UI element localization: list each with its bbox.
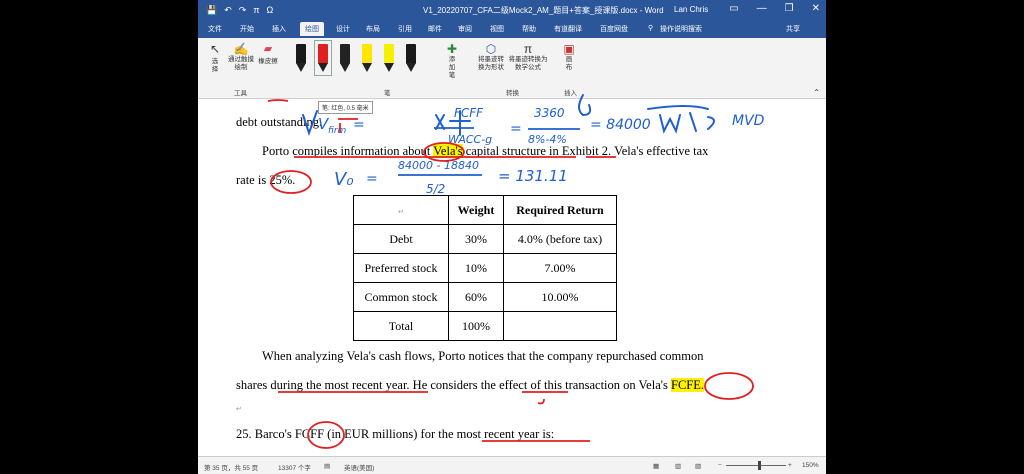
word-count[interactable]: 13307 个字 [278, 462, 311, 472]
pen-4[interactable] [362, 44, 372, 72]
zoom-slider-thumb[interactable] [758, 461, 761, 470]
tab-design[interactable]: 设计 [336, 24, 350, 34]
hand-draw-icon: ✍ [233, 42, 249, 56]
tab-help[interactable]: 帮助 [522, 24, 536, 34]
collapse-ribbon-icon[interactable]: ⌃ [813, 88, 820, 97]
title-bar: 💾 ↶ ↷ π Ω V1_20220707_CFA二级Mock2_AM_题目+答… [198, 0, 826, 20]
plus-icon: ✚ [446, 42, 458, 56]
zoom-in-button[interactable]: + [788, 462, 792, 469]
ink-to-math-button[interactable]: π 将墨迹转换为数学公式 [508, 42, 548, 72]
pen-1[interactable] [296, 44, 306, 72]
zoom-level[interactable]: 150% [802, 462, 819, 469]
user-name[interactable]: Lan Chris [674, 5, 708, 14]
add-pen-button[interactable]: ✚ 添加笔 [443, 42, 461, 80]
tab-view[interactable]: 视图 [490, 24, 504, 34]
tab-insert[interactable]: 插入 [272, 24, 286, 34]
svg-text:= 131.11: = 131.11 [498, 167, 568, 185]
draw-ribbon: ↖ 选择 ✍ 通过触摸绘制 ▰ 橡皮擦 工具 ✚ 添加笔 笔 ⬡ 将墨迹转换为形… [198, 38, 826, 99]
svg-text:FCFF: FCFF [454, 106, 484, 120]
shape-icon: ⬡ [485, 42, 497, 56]
pen-6[interactable] [406, 44, 416, 72]
save-icon[interactable]: 💾 [206, 5, 217, 16]
share-button[interactable]: 共享 [786, 24, 800, 34]
ink-annotations: V firm = FCFF WACC-g = 3360 8%-4% = 8400… [267, 94, 765, 449]
web-layout-icon[interactable]: ▧ [695, 462, 701, 470]
insert-group-label: 插入 [564, 90, 577, 97]
tab-baidu[interactable]: 百度网盘 [600, 24, 628, 34]
svg-text:3360: 3360 [534, 106, 565, 120]
quick-access-toolbar: 💾 ↶ ↷ π Ω [206, 5, 273, 16]
zoom-out-button[interactable]: − [718, 462, 722, 469]
tab-references[interactable]: 引用 [398, 24, 412, 34]
pen-2[interactable] [314, 40, 332, 76]
undo-icon[interactable]: ↶ [224, 5, 232, 16]
tab-home[interactable]: 开始 [240, 24, 254, 34]
ink-red-marks [267, 99, 754, 449]
select-tool[interactable]: ↖ 选择 [206, 42, 224, 76]
tab-youdao[interactable]: 有道翻译 [554, 24, 582, 34]
tab-mailings[interactable]: 邮件 [428, 24, 442, 34]
ink-mvd: MVD [732, 113, 765, 129]
svg-text:5/2: 5/2 [426, 182, 445, 196]
tab-draw[interactable]: 绘图 [300, 22, 324, 36]
tools-group-label: 工具 [234, 90, 247, 97]
zoom-slider[interactable] [726, 465, 786, 466]
canvas-button[interactable]: ▣ 画布 [562, 42, 576, 72]
pi-icon: π [523, 42, 533, 56]
canvas-icon: ▣ [563, 42, 575, 56]
equation-icon[interactable]: π [253, 5, 259, 16]
touch-draw-tool[interactable]: ✍ 通过触摸绘制 [228, 42, 254, 72]
restore-icon[interactable]: ❐ [785, 3, 794, 14]
tab-layout[interactable]: 布局 [366, 24, 380, 34]
svg-text:=: = [510, 121, 522, 137]
ink-to-shape-button[interactable]: ⬡ 将墨迹转换为形状 [476, 42, 506, 72]
proofing-icon[interactable]: ▤ [324, 462, 330, 470]
pen-3[interactable] [340, 44, 350, 72]
pen-5[interactable] [384, 44, 394, 72]
document-title: V1_20220707_CFA二级Mock2_AM_题目+答案_授课版.docx… [423, 6, 664, 15]
page-count[interactable]: 第 35 页，共 55 页 [204, 462, 258, 472]
redo-icon[interactable]: ↷ [239, 5, 247, 16]
svg-text:firm: firm [328, 126, 347, 136]
svg-text:8%-4%: 8%-4% [528, 133, 567, 146]
word-window: 💾 ↶ ↷ π Ω V1_20220707_CFA二级Mock2_AM_题目+答… [198, 0, 826, 474]
status-bar: 第 35 页，共 55 页 13307 个字 ▤ 英语(美国) ▦ ▥ ▧ − … [198, 456, 826, 474]
focus-mode-icon[interactable]: ▦ [653, 462, 659, 470]
print-layout-icon[interactable]: ▥ [675, 462, 681, 470]
pens-group-label: 笔 [384, 90, 391, 97]
search-icon[interactable]: ⚲ [648, 24, 653, 32]
pen-tooltip: 笔: 红色, 0.5 毫米 [318, 101, 373, 114]
svg-text:=: = [366, 171, 378, 187]
eraser-icon: ▰ [263, 43, 273, 55]
language[interactable]: 英语(美国) [344, 462, 374, 472]
tab-review[interactable]: 审阅 [458, 24, 472, 34]
convert-group-label: 转换 [506, 90, 519, 97]
ribbon-display-icon[interactable]: ▭ [729, 3, 738, 14]
svg-text:= 84000: = 84000 [590, 117, 651, 133]
document-page: debt outstanding. Porto compiles informa… [198, 94, 826, 456]
cursor-icon: ↖ [209, 42, 221, 56]
close-icon[interactable]: ✕ [812, 3, 820, 14]
symbol-icon[interactable]: Ω [267, 5, 274, 16]
tell-me-search[interactable]: 操作说明搜索 [660, 24, 702, 34]
minimize-icon[interactable]: — [757, 3, 767, 14]
tab-file[interactable]: 文件 [208, 24, 222, 34]
ribbon-tabs: 文件 开始 插入 绘图 设计 布局 引用 邮件 审阅 视图 帮助 有道翻译 百度… [198, 20, 826, 38]
ink-v0: V₀ [334, 169, 354, 190]
eraser-tool[interactable]: ▰ 橡皮擦 [256, 42, 280, 65]
